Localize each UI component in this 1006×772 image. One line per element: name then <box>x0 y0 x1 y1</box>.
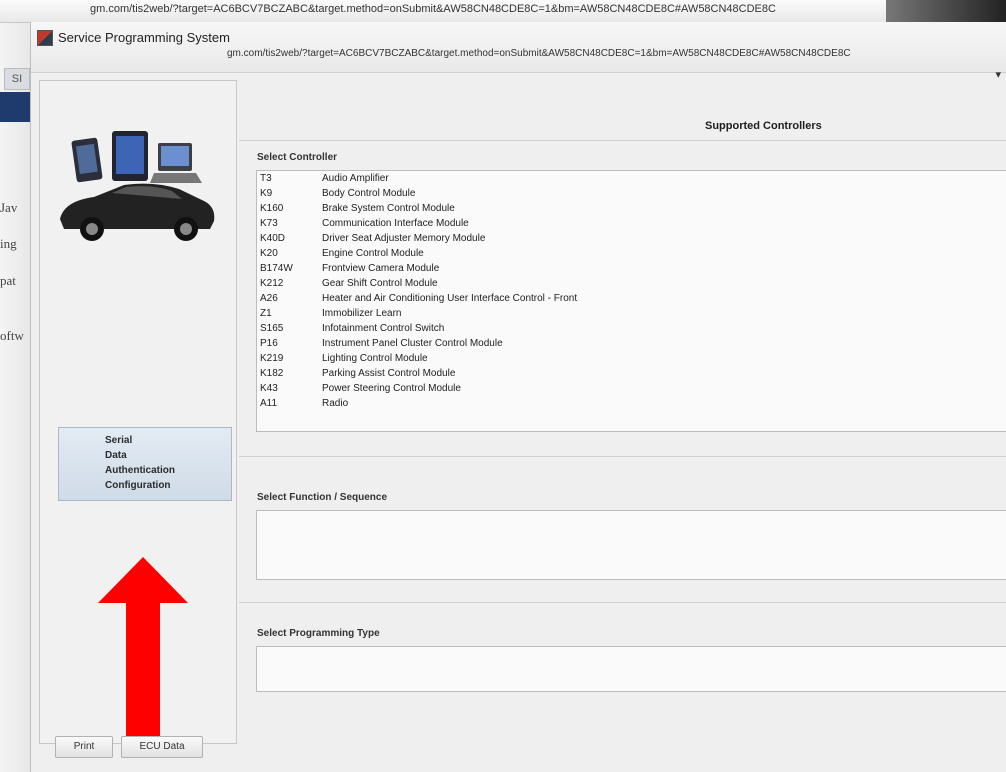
controller-row[interactable]: K182 Parking Assist Control Module <box>257 366 1006 381</box>
app-window: Service Programming System gm.com/tis2we… <box>30 22 1006 772</box>
cut-text: pat <box>0 273 16 288</box>
menu-item-authentication[interactable]: Authentication <box>105 463 231 478</box>
controller-code: K212 <box>260 278 284 289</box>
red-arrow-icon <box>98 557 188 753</box>
controller-name: Communication Interface Module <box>322 218 469 229</box>
controller-name: Engine Control Module <box>322 248 424 259</box>
cut-text: ing <box>0 236 17 251</box>
controller-code: K43 <box>260 383 278 394</box>
controller-row[interactable]: K9 Body Control Module <box>257 186 1006 201</box>
controller-name: Heater and Air Conditioning User Interfa… <box>322 293 578 304</box>
controller-code: K160 <box>260 203 284 214</box>
browser-address-bar[interactable]: gm.com/tis2web/?target=AC6BCV7BCZABC&tar… <box>0 0 1006 23</box>
window-title: Service Programming System <box>58 30 230 45</box>
controller-name: Immobilizer Learn <box>322 308 402 319</box>
controller-name: Brake System Control Module <box>322 203 455 214</box>
controller-code: P16 <box>260 338 278 349</box>
controller-row[interactable]: K40D Driver Seat Adjuster Memory Module <box>257 231 1006 246</box>
controller-row[interactable]: Z1 Immobilizer Learn <box>257 306 1006 321</box>
controller-code: K73 <box>260 218 278 229</box>
vehicle-tools-icon <box>60 131 215 241</box>
controller-row[interactable]: S165 Infotainment Control Switch <box>257 321 1006 336</box>
function-list[interactable] <box>256 510 1006 580</box>
select-function-label: Select Function / Sequence <box>257 492 388 503</box>
controller-name: Instrument Panel Cluster Control Module <box>322 338 503 349</box>
controller-code: K40D <box>260 233 286 244</box>
controller-row[interactable]: K43 Power Steering Control Module <box>257 381 1006 396</box>
side-stripe <box>0 92 34 122</box>
menu-item-data[interactable]: Data <box>105 448 231 463</box>
controller-code: S165 <box>260 323 284 334</box>
cut-text: oftw <box>0 328 24 343</box>
controller-name: Frontview Camera Module <box>322 263 440 274</box>
controller-row[interactable]: K212 Gear Shift Control Module <box>257 276 1006 291</box>
controller-code: B174W <box>260 263 293 274</box>
controller-row[interactable]: T3 Audio Amplifier <box>257 171 1006 186</box>
controller-code: A26 <box>260 293 278 304</box>
controller-code: K219 <box>260 353 284 364</box>
browser-url[interactable]: gm.com/tis2web/?target=AC6BCV7BCZABC&tar… <box>90 3 776 15</box>
controller-code: K9 <box>260 188 273 199</box>
controller-row[interactable]: B174W Frontview Camera Module <box>257 261 1006 276</box>
menu-item-serial[interactable]: Serial <box>105 433 231 448</box>
browser-corner <box>886 0 1006 22</box>
controller-row[interactable]: K219 Lighting Control Module <box>257 351 1006 366</box>
controller-row[interactable]: A11 Radio <box>257 396 1006 411</box>
left-panel: Serial Data Authentication Configuration <box>39 80 237 753</box>
controller-row[interactable]: K160 Brake System Control Module <box>257 201 1006 216</box>
controller-name: Parking Assist Control Module <box>322 368 456 379</box>
controller-code: A11 <box>260 398 278 409</box>
controller-row[interactable]: K73 Communication Interface Module <box>257 216 1006 231</box>
menu-item-configuration[interactable]: Configuration <box>105 478 231 493</box>
divider <box>239 140 1006 141</box>
controller-list[interactable]: T3 Audio Amplifier K9 Body Control Module K1… <box>256 170 1006 432</box>
controller-name: Infotainment Control Switch <box>322 323 445 334</box>
app-icon <box>37 30 53 46</box>
select-controller-label: Select Controller <box>257 152 338 163</box>
print-button[interactable]: Print <box>55 736 113 758</box>
side-menu: Serial Data Authentication Configuration <box>58 427 232 501</box>
programming-type-list[interactable] <box>256 646 1006 692</box>
controller-name: Power Steering Control Module <box>322 383 461 394</box>
side-tab[interactable]: SI <box>4 68 30 90</box>
controller-code: K182 <box>260 368 284 379</box>
controller-name: Lighting Control Module <box>322 353 428 364</box>
controller-name: Radio <box>322 398 349 409</box>
controller-name: Driver Seat Adjuster Memory Module <box>322 233 486 244</box>
controller-row[interactable]: K20 Engine Control Module <box>257 246 1006 261</box>
controller-name: Body Control Module <box>322 188 416 199</box>
window-titlebar: Service Programming System gm.com/tis2we… <box>31 22 1006 81</box>
ecu-data-button[interactable]: ECU Data <box>121 736 203 758</box>
controller-code: T3 <box>260 173 272 184</box>
main-panel: Supported Controllers Select Controller … <box>239 80 1006 742</box>
controller-name: Gear Shift Control Module <box>322 278 438 289</box>
window-url: gm.com/tis2web/?target=AC6BCV7BCZABC&tar… <box>227 48 851 59</box>
divider <box>239 456 1006 457</box>
controller-code: Z1 <box>260 308 272 319</box>
select-programming-label: Select Programming Type <box>257 628 380 639</box>
controller-row[interactable]: P16 Instrument Panel Cluster Control Modu… <box>257 336 1006 351</box>
cut-text: Jav <box>0 200 18 215</box>
supported-controllers-title: Supported Controllers <box>705 120 822 132</box>
controller-name: Audio Amplifier <box>322 173 389 184</box>
controller-row[interactable]: A26 Heater and Air Conditioning User Inte… <box>257 291 1006 306</box>
controller-code: K20 <box>260 248 278 259</box>
divider <box>239 602 1006 603</box>
